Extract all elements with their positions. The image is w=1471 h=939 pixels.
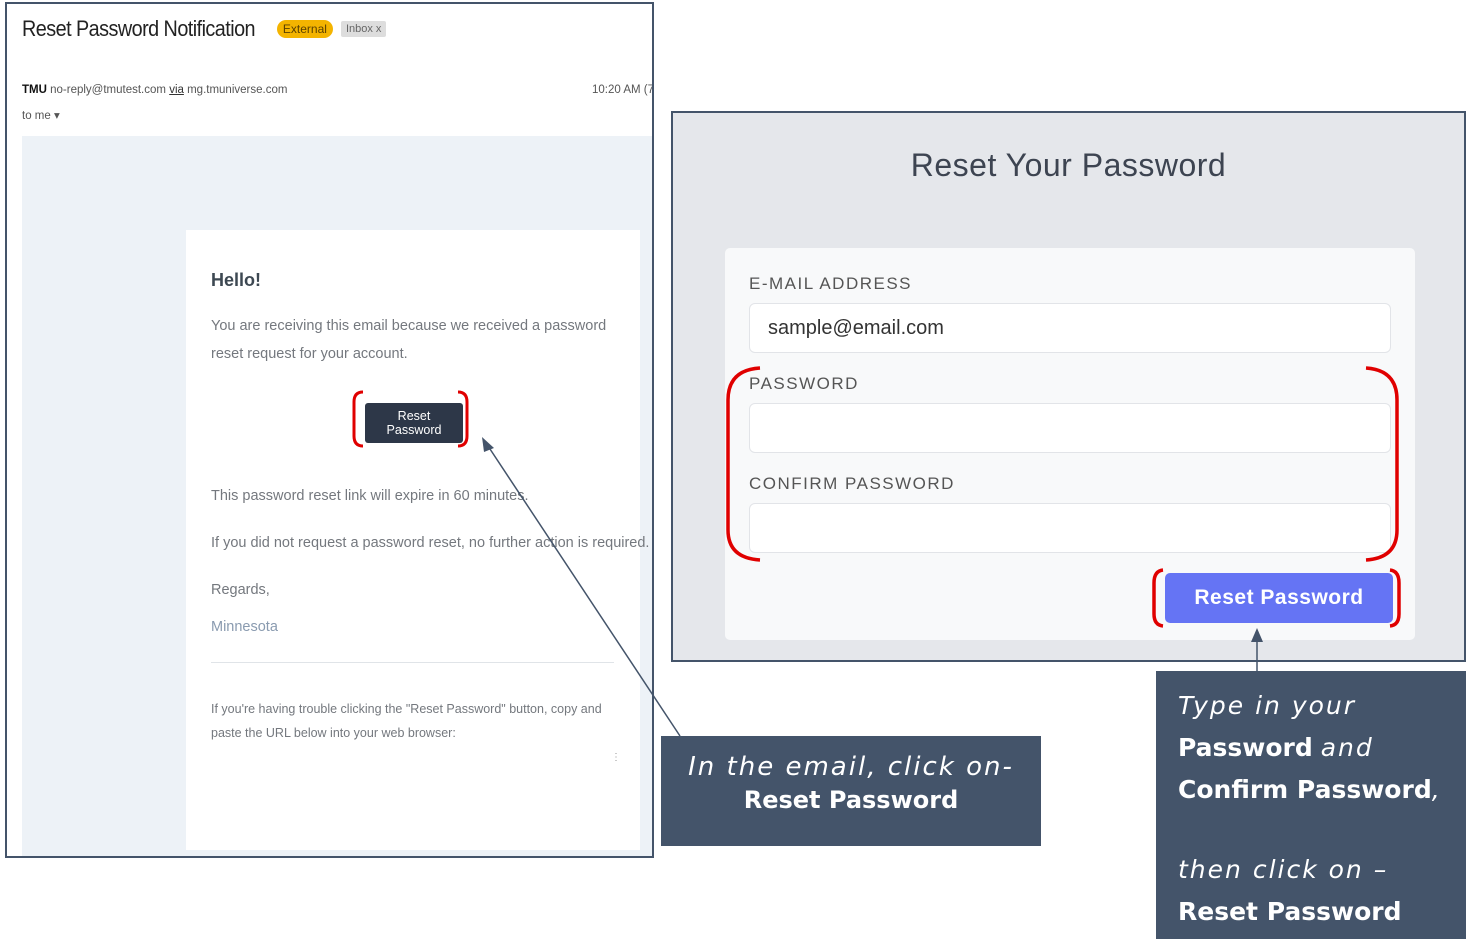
confirm-password-field-label: CONFIRM PASSWORD bbox=[749, 474, 955, 493]
form-instruction-password: Password bbox=[1178, 733, 1313, 762]
external-badge: External bbox=[276, 20, 333, 38]
email-subject: Reset Password Notification bbox=[22, 16, 256, 41]
form-instruction-confirm: Confirm Password bbox=[1178, 775, 1432, 804]
email-trouble-text: If you're having trouble clicking the "R… bbox=[211, 702, 602, 740]
email-timestamp: 10:20 AM (7 m bbox=[592, 84, 654, 96]
email-field-label: E-MAIL ADDRESS bbox=[749, 274, 913, 293]
url-fragment: ⋮ bbox=[611, 752, 621, 763]
email-regards: Regards, bbox=[211, 582, 270, 598]
form-instruction-and: and bbox=[1320, 733, 1374, 762]
password-field-label: PASSWORD bbox=[749, 374, 859, 393]
form-instruction-then: then click on – bbox=[1178, 855, 1389, 884]
reset-form-card: E-MAIL ADDRESS PASSWORD CONFIRM PASSWORD… bbox=[725, 248, 1415, 640]
email-intro-text: You are receiving this email because we … bbox=[211, 318, 607, 362]
form-reset-password-button[interactable]: Reset Password bbox=[1165, 573, 1393, 623]
sender-domain: mg.tmuniverse.com bbox=[187, 84, 288, 96]
email-instruction-bold: Reset Password bbox=[743, 786, 959, 814]
form-instruction-callout: Type in your Password and Confirm Passwo… bbox=[1156, 671, 1466, 939]
email-signature: Minnesota bbox=[211, 619, 278, 635]
callout-spacer bbox=[1178, 811, 1466, 849]
email-greeting: Hello! bbox=[211, 270, 262, 290]
divider bbox=[211, 662, 614, 663]
sender-name: TMU bbox=[22, 84, 47, 96]
form-title: Reset Your Password bbox=[910, 147, 1227, 183]
password-field[interactable] bbox=[749, 403, 1391, 453]
inbox-label-chip[interactable]: Inbox x bbox=[340, 21, 387, 37]
sender-address: no-reply@tmutest.com bbox=[50, 84, 166, 96]
recipient-dropdown[interactable]: to me ▾ bbox=[22, 108, 60, 122]
sender-line: TMU no-reply@tmutest.com via mg.tmuniver… bbox=[22, 84, 287, 96]
form-instruction-reset: Reset Password bbox=[1178, 897, 1402, 926]
email-panel: Reset Password Notification External Inb… bbox=[5, 2, 654, 858]
form-instruction-comma: , bbox=[1431, 775, 1442, 804]
sender-via-link[interactable]: via bbox=[169, 84, 184, 96]
email-no-action-text: If you did not request a password reset,… bbox=[211, 535, 650, 551]
confirm-password-field[interactable] bbox=[749, 503, 1391, 553]
reset-form-panel: Reset Your Password E-MAIL ADDRESS PASSW… bbox=[671, 111, 1466, 662]
email-field[interactable] bbox=[749, 303, 1391, 353]
email-expire-text: This password reset link will expire in … bbox=[211, 488, 529, 504]
form-instruction-line1: Type in your bbox=[1178, 691, 1357, 720]
subject-row: Reset Password Notification External Inb… bbox=[22, 16, 387, 42]
email-instruction-callout: In the email, click on- Reset Password bbox=[661, 736, 1041, 846]
email-instruction-italic: In the email, click on- bbox=[688, 752, 1014, 782]
email-reset-password-button[interactable]: Reset Password bbox=[365, 403, 463, 443]
